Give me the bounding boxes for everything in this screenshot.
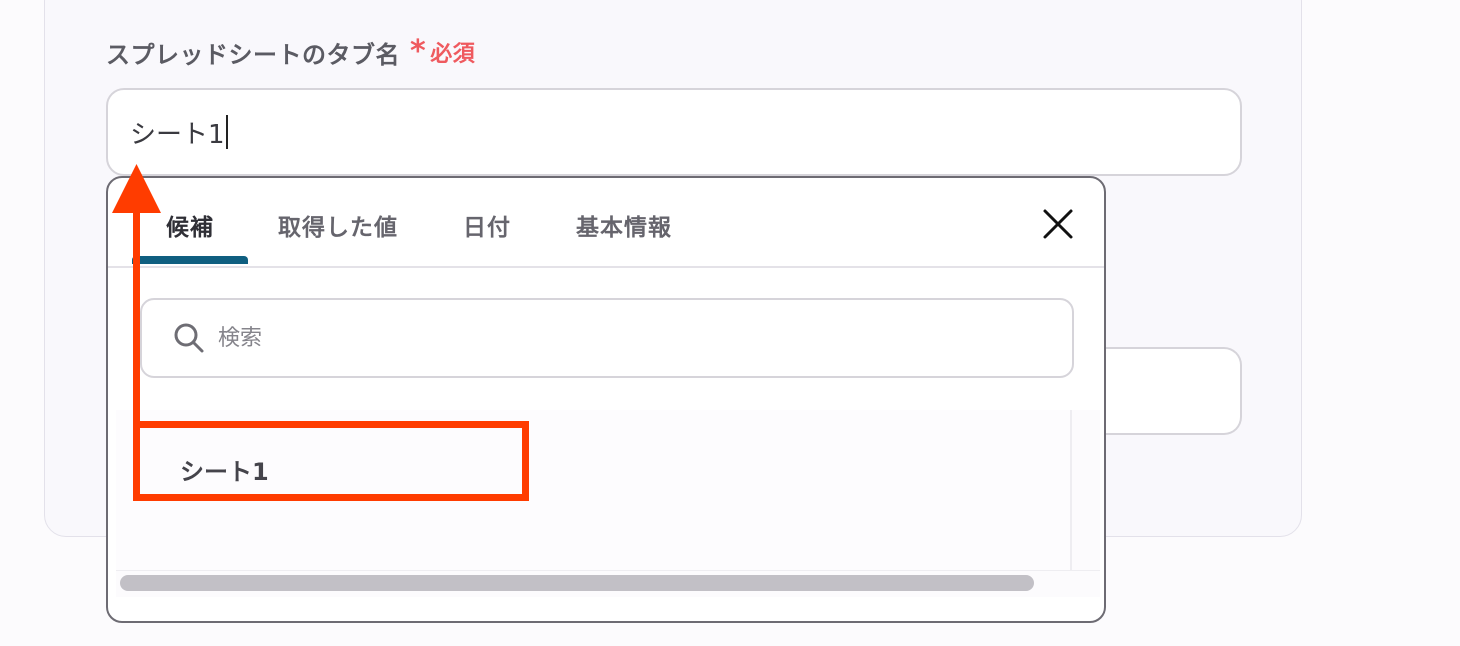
field-label: スプレッドシートのタブ名 * 必須 bbox=[106, 34, 475, 70]
suggestion-popup: 候補 取得した値 日付 基本情報 シート1 bbox=[106, 176, 1106, 623]
tab-date[interactable]: 日付 bbox=[463, 208, 511, 242]
required-asterisk: * bbox=[410, 34, 427, 69]
list-item[interactable]: シート1 bbox=[180, 452, 269, 487]
horizontal-scrollbar-thumb[interactable] bbox=[120, 575, 1034, 591]
field-label-text: スプレッドシートのタブ名 bbox=[106, 40, 400, 69]
required-indicator: * 必須 bbox=[410, 36, 475, 68]
required-text: 必須 bbox=[430, 42, 476, 67]
tab-acquired-values[interactable]: 取得した値 bbox=[278, 208, 398, 242]
search-icon bbox=[174, 323, 204, 353]
tab-name-input-value: シート1 bbox=[130, 119, 225, 150]
tab-suggestions[interactable]: 候補 bbox=[166, 208, 214, 242]
tab-basic-info[interactable]: 基本情報 bbox=[576, 208, 672, 242]
popup-tabs: 候補 取得した値 日付 基本情報 bbox=[108, 178, 1104, 268]
tab-name-input[interactable]: シート1 bbox=[106, 88, 1242, 176]
suggestion-list: シート1 bbox=[116, 410, 1072, 570]
close-icon[interactable] bbox=[1038, 204, 1078, 244]
search-input[interactable] bbox=[216, 324, 1020, 352]
search-field[interactable] bbox=[140, 298, 1074, 378]
text-caret bbox=[225, 115, 228, 149]
active-tab-indicator bbox=[132, 256, 248, 264]
vertical-scrollbar[interactable] bbox=[1072, 410, 1100, 590]
